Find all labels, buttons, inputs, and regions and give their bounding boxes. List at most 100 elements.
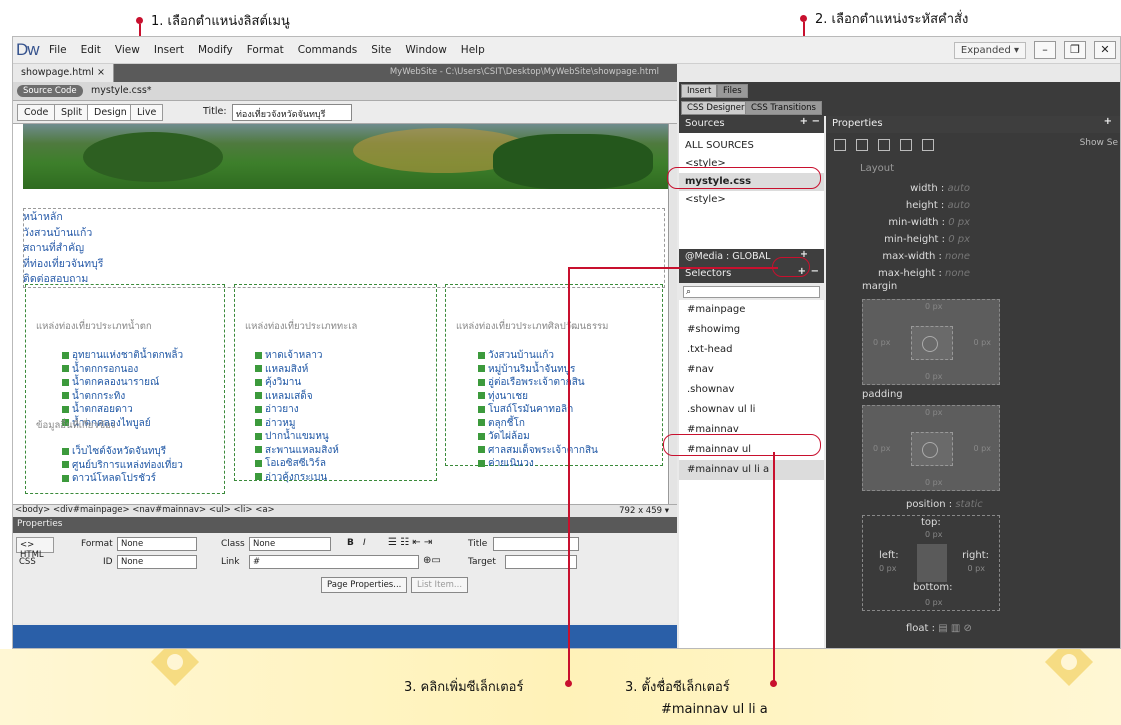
list-item[interactable]: เว็บไซต์จังหวัดจันทบุรี [62, 445, 183, 459]
list-item[interactable]: น้ำตกกระทิง [62, 390, 183, 404]
list-item[interactable]: หมู่บ้านริมน้ำจันทบูร [478, 363, 598, 377]
point-to-file-icon[interactable]: ⊕▭ [423, 555, 441, 566]
list-item[interactable]: อ่าวหมู [255, 417, 339, 431]
id-select[interactable]: None [117, 555, 197, 569]
prop-width-value[interactable]: auto [947, 183, 970, 194]
menu-window[interactable]: Window [405, 44, 446, 56]
source-code-button[interactable]: Source Code [17, 85, 83, 97]
selector-search-input[interactable]: ⌕ [683, 286, 820, 298]
list-item[interactable]: ตลุกชี้โก [478, 417, 598, 431]
margin-box[interactable]: 0 px 0 px 0 px 0 px [862, 299, 1000, 385]
list-item[interactable]: ปากน้ำแขมหนู [255, 430, 339, 444]
float-options-icon[interactable]: ▤ ▥ ⊘ [938, 623, 972, 634]
menu-edit[interactable]: Edit [81, 44, 101, 56]
document-title-input[interactable]: ท่องเที่ยวจังหวัดจันทบุรี [232, 104, 352, 121]
prop-height-value[interactable]: auto [947, 200, 970, 211]
add-source-icon[interactable]: + [800, 116, 808, 127]
list-item[interactable]: น้ำตกสอยดาว [62, 403, 183, 417]
list-item[interactable]: ค่ายเนินวง [478, 457, 598, 471]
nav-item-attractions[interactable]: ที่ท่องเที่ยวจันทบุรี [23, 257, 103, 273]
padding-box[interactable]: 0 px 0 px 0 px 0 px [862, 405, 1000, 491]
selector-item[interactable]: #showimg [687, 320, 816, 340]
background-category-icon[interactable] [900, 139, 912, 151]
list-item[interactable]: สะพานแหลมสิงห์ [255, 444, 339, 458]
menu-file[interactable]: File [49, 44, 67, 56]
selector-item[interactable]: .shownav ul li [687, 400, 816, 420]
tag-path[interactable]: <body> <div#mainpage> <nav#mainnav> <ul>… [15, 505, 275, 515]
list-item[interactable]: น้ำตกกรอกนอง [62, 363, 183, 377]
prop-max-width-value[interactable]: none [945, 251, 970, 262]
list-item[interactable]: หาดเจ้าหลาว [255, 349, 339, 363]
list-item[interactable]: แหลมเสด็จ [255, 390, 339, 404]
list-item[interactable]: ทุ่งนาเชย [478, 390, 598, 404]
selector-item[interactable]: #mainpage [687, 300, 816, 320]
selector-item[interactable]: .shownav [687, 380, 816, 400]
bottom-value[interactable]: 0 px [925, 598, 942, 607]
left-value[interactable]: 0 px [879, 564, 896, 573]
live-view-button[interactable]: Live [130, 104, 164, 121]
target-select[interactable] [505, 555, 577, 569]
list-buttons-icon[interactable]: ☰ ☷ ⇤ ⇥ [388, 537, 432, 548]
nav-item-home[interactable]: หน้าหลัก [23, 210, 103, 226]
layout-category-icon[interactable] [834, 139, 846, 151]
list-item[interactable]: อุทยานแห่งชาติน้ำตกพลิ้ว [62, 349, 183, 363]
list-item[interactable]: ศูนย์บริการแหล่งท่องเที่ยว [62, 459, 183, 473]
position-value[interactable]: static [955, 499, 982, 510]
remove-selector-icon[interactable]: − [811, 266, 819, 277]
tab-css-designer[interactable]: CSS Designer [681, 101, 751, 115]
code-view-button[interactable]: Code [17, 104, 56, 121]
menu-insert[interactable]: Insert [154, 44, 184, 56]
source-all[interactable]: ALL SOURCES [685, 137, 818, 155]
selector-item-new[interactable]: #mainnav ul li a [679, 460, 824, 480]
nav-item-landmarks[interactable]: สถานที่สำคัญ [23, 241, 103, 257]
title-field[interactable] [493, 537, 579, 551]
prop-min-width-value[interactable]: 0 px [948, 217, 970, 228]
page-properties-button[interactable]: Page Properties... [321, 577, 408, 593]
position-row[interactable]: position : static [906, 499, 983, 510]
nav-item-wang-suan[interactable]: วังสวนบ้านแก้ว [23, 226, 103, 242]
tab-showpage[interactable]: showpage.html × [13, 64, 114, 82]
menu-view[interactable]: View [115, 44, 140, 56]
float-row[interactable]: float : ▤ ▥ ⊘ [906, 623, 972, 634]
related-file-mystyle[interactable]: mystyle.css* [91, 85, 152, 96]
selector-item[interactable]: .txt-head [687, 340, 816, 360]
right-value[interactable]: 0 px [968, 564, 985, 573]
list-item[interactable]: โอเอซิสซีเวิร์ล [255, 457, 339, 471]
tab-css-transitions[interactable]: CSS Transitions [745, 101, 822, 115]
class-select[interactable]: None [249, 537, 331, 551]
menu-modify[interactable]: Modify [198, 44, 233, 56]
link-field[interactable]: # [249, 555, 419, 569]
restore-icon[interactable]: ❐ [1064, 41, 1086, 59]
border-category-icon[interactable] [878, 139, 890, 151]
text-category-icon[interactable] [856, 139, 868, 151]
list-item[interactable]: อ่าวคุ้งกระเบน [255, 471, 339, 485]
split-view-button[interactable]: Split [54, 104, 90, 121]
italic-button[interactable]: I [363, 538, 366, 548]
remove-source-icon[interactable]: − [812, 116, 820, 127]
close-icon[interactable]: ✕ [1094, 41, 1116, 59]
list-item[interactable]: ศาลสมเด็จพระเจ้าตากสิน [478, 444, 598, 458]
more-category-icon[interactable] [922, 139, 934, 151]
bold-button[interactable]: B [347, 538, 354, 548]
minimize-icon[interactable]: – [1034, 41, 1056, 59]
show-set-checkbox[interactable]: Show Se [1080, 138, 1118, 148]
source-style-2[interactable]: <style> [685, 191, 818, 209]
design-view-button[interactable]: Design [87, 104, 134, 121]
top-value[interactable]: 0 px [925, 530, 942, 539]
list-item-button[interactable]: List Item... [411, 577, 469, 593]
list-item[interactable]: คุ้งวิมาน [255, 376, 339, 390]
selector-item[interactable]: #nav [687, 360, 816, 380]
css-properties-tab[interactable]: CSS [16, 555, 54, 571]
list-item[interactable]: โบสถ์โรมันคาทอลิก [478, 403, 598, 417]
menu-commands[interactable]: Commands [298, 44, 357, 56]
list-item[interactable]: น้ำตกคลองนารายณ์ [62, 376, 183, 390]
list-item[interactable]: แหลมสิงห์ [255, 363, 339, 377]
list-item[interactable]: วังสวนบ้านแก้ว [478, 349, 598, 363]
menu-site[interactable]: Site [371, 44, 391, 56]
html-properties-tab[interactable]: <> HTML [16, 537, 54, 560]
list-item[interactable]: อ่าวยาง [255, 403, 339, 417]
list-item[interactable]: อู่ต่อเรือพระเจ้าตากสิน [478, 376, 598, 390]
prop-min-height-value[interactable]: 0 px [948, 234, 970, 245]
workspace-switcher[interactable]: Expanded ▾ [953, 41, 1026, 59]
tab-insert[interactable]: Insert [681, 84, 718, 98]
